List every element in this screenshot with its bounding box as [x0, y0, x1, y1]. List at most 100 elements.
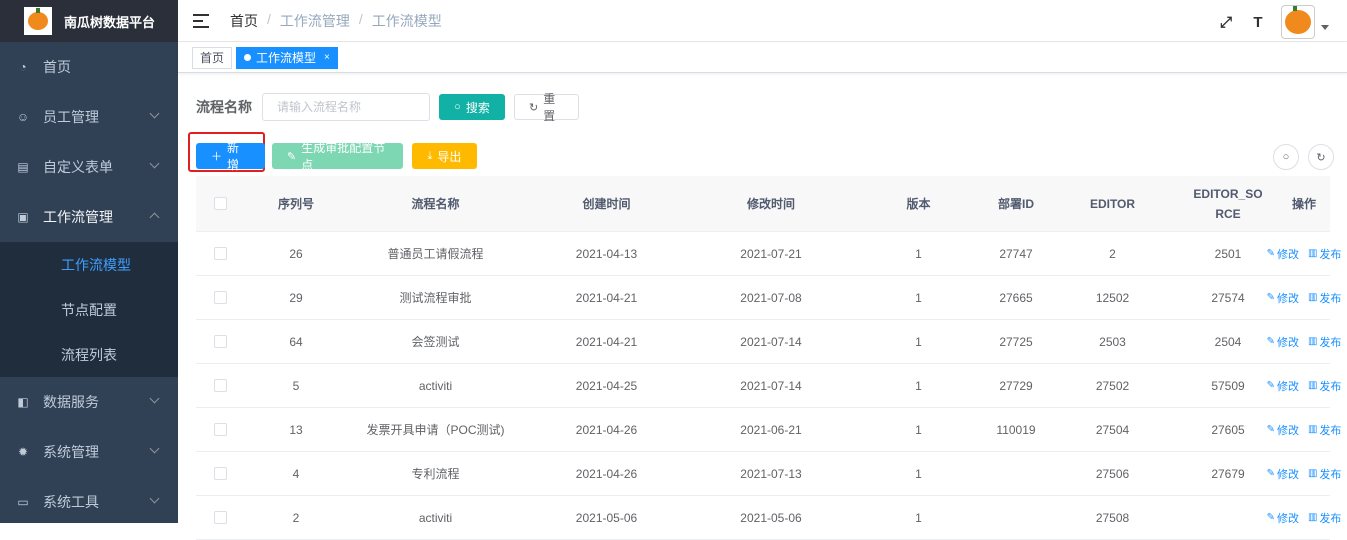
sidebar-subitem-node-config[interactable]: 节点配置	[0, 287, 178, 332]
export-button[interactable]: ⤓ 导出	[412, 143, 477, 169]
table-cell: activiti	[418, 378, 453, 393]
table-cell: 2021-04-13	[575, 246, 638, 261]
table-cell: 64	[289, 334, 303, 349]
search-button[interactable]: ○ 搜索	[439, 94, 505, 120]
table-cell: 发票开具申请（POC测试)	[366, 423, 505, 437]
publish-link[interactable]: ▥ 发布	[1308, 334, 1341, 350]
publish-label: 发布	[1319, 424, 1342, 437]
table-cell: activiti	[418, 510, 453, 525]
row-checkbox[interactable]	[213, 511, 227, 524]
trash-icon: ▥	[1307, 248, 1318, 259]
table-cell: 27605	[1211, 422, 1245, 437]
edit-link[interactable]: ✎ 修改	[1267, 510, 1299, 526]
row-checkbox[interactable]	[213, 379, 227, 392]
process-name-input[interactable]	[262, 93, 430, 121]
sidebar-item-label: 系统管理	[43, 444, 99, 460]
publish-link[interactable]: ▥ 发布	[1308, 466, 1341, 482]
edit-link[interactable]: ✎ 修改	[1267, 334, 1299, 350]
sidebar-item-home[interactable]: ◔ 首页	[0, 42, 178, 92]
sidebar-item-label: 首页	[43, 59, 71, 75]
sidebar-subitem-process-list[interactable]: 流程列表	[0, 332, 178, 377]
table-cell: 会签测试	[411, 335, 460, 349]
tag-workflow-model[interactable]: 工作流模型 ×	[236, 46, 338, 69]
reset-button[interactable]: ↻ 重置	[514, 92, 579, 123]
sidebar-item-system-admin[interactable]: ✹ 系统管理	[0, 427, 178, 477]
table-cell: 1	[915, 334, 922, 349]
column-header: 序列号	[277, 196, 314, 211]
edit-link[interactable]: ✎ 修改	[1267, 290, 1299, 306]
row-actions: ✎ 修改 ▥ 发布	[1267, 452, 1342, 495]
publish-link[interactable]: ▥ 发布	[1308, 510, 1341, 526]
table-row: 29 测试流程审批 2021-04-21 2021-07-08 1 27665 12502 2…	[196, 276, 1341, 320]
edit-link[interactable]: ✎ 修改	[1267, 246, 1299, 262]
sidebar-item-employees[interactable]: ☺ 员工管理	[0, 92, 178, 142]
sidebar-item-workflow[interactable]: ▣ 工作流管理	[0, 192, 178, 242]
edit-icon: ✎	[1266, 380, 1275, 391]
font-size-icon[interactable]: T	[1249, 13, 1267, 31]
edit-link[interactable]: ✎ 修改	[1267, 466, 1299, 482]
table-cell: 29	[289, 290, 303, 305]
row-select	[196, 452, 244, 495]
table-cell: 57509	[1211, 378, 1245, 393]
main-content: 流程名称 ○ 搜索 ↻ 重置 ＋ 新增 ✎ 生成审批配置节点 ⤓ 导出 ○ ↻ …	[178, 74, 1347, 540]
table-cell: 27665	[999, 290, 1033, 305]
column-header: EDITOR	[1089, 196, 1136, 211]
breadcrumb-workflow-management[interactable]: 工作流管理	[280, 11, 350, 31]
row-checkbox[interactable]	[213, 423, 227, 436]
fullscreen-icon[interactable]: ⤢	[1217, 13, 1235, 31]
caret-down-icon[interactable]	[1321, 24, 1329, 30]
logo[interactable]: 南瓜树数据平台	[0, 0, 178, 42]
edit-icon: ✎	[1266, 512, 1275, 523]
breadcrumb-home[interactable]: 首页	[230, 11, 258, 31]
generate-approval-nodes-button[interactable]: ✎ 生成审批配置节点	[272, 141, 403, 172]
publish-link[interactable]: ▥ 发布	[1308, 246, 1341, 262]
edit-icon: ✎	[1266, 248, 1275, 259]
data-icon: ◧	[17, 395, 29, 409]
sidebar-item-custom-forms[interactable]: ▤ 自定义表单	[0, 142, 178, 192]
search-button-label: 搜索	[465, 100, 490, 115]
row-checkbox[interactable]	[213, 467, 227, 480]
edit-label: 修改	[1276, 336, 1299, 349]
pumpkin-avatar-icon	[1285, 6, 1311, 34]
sidebar-item-system-tools[interactable]: ▭ 系统工具	[0, 477, 178, 527]
sidebar-subitem-workflow-model[interactable]: 工作流模型	[0, 242, 178, 287]
sidebar-item-label: 系统工具	[43, 494, 99, 510]
table-cell: 5	[292, 378, 300, 393]
reset-button-label: 重置	[543, 92, 556, 123]
download-icon: ⤓	[427, 149, 433, 162]
table-cell: 2021-07-14	[740, 334, 802, 349]
table-cell: 26	[289, 246, 303, 261]
close-icon[interactable]: ×	[324, 52, 330, 63]
publish-label: 发布	[1319, 468, 1342, 481]
edit-icon: ✎	[287, 150, 297, 163]
row-checkbox[interactable]	[213, 291, 227, 304]
navbar: 首页 / 工作流管理 / 工作流模型 ⤢ T	[178, 0, 1347, 42]
select-all-checkbox[interactable]	[213, 197, 227, 210]
trash-icon: ▥	[1307, 292, 1318, 303]
chevron-up-icon	[149, 212, 160, 223]
row-checkbox[interactable]	[213, 247, 227, 260]
chevron-down-icon	[149, 158, 160, 169]
avatar[interactable]	[1281, 5, 1315, 39]
edit-link[interactable]: ✎ 修改	[1267, 378, 1299, 394]
add-button[interactable]: ＋ 新增	[196, 141, 265, 172]
publish-label: 发布	[1319, 292, 1342, 305]
sidebar-item-data-services[interactable]: ◧ 数据服务	[0, 377, 178, 427]
row-checkbox[interactable]	[213, 335, 227, 348]
workflow-model-table: 序列号 流程名称 创建时间 修改时间 版本 部署ID EDITOR EDITOR…	[196, 176, 1342, 540]
hamburger-icon[interactable]	[193, 13, 209, 28]
publish-link[interactable]: ▥ 发布	[1308, 290, 1341, 306]
tag-home[interactable]: 首页	[192, 46, 233, 69]
publish-link[interactable]: ▥ 发布	[1308, 422, 1341, 438]
table-cell: 27747	[999, 246, 1033, 261]
table-row: 2 activiti 2021-05-06 2021-05-06 1 27508 ✎ 修改 ▥ 发…	[196, 496, 1341, 540]
table-cell: 27506	[1095, 466, 1130, 481]
trash-icon: ▥	[1307, 380, 1318, 391]
publish-link[interactable]: ▥ 发布	[1308, 378, 1341, 394]
table-cell: 110019	[996, 422, 1036, 437]
edit-icon: ✎	[1266, 424, 1275, 435]
table-cell: 2504	[1214, 334, 1242, 349]
refresh-icon[interactable]: ↻	[1308, 144, 1334, 170]
toggle-search-icon[interactable]: ○	[1273, 144, 1299, 170]
edit-link[interactable]: ✎ 修改	[1267, 422, 1299, 438]
